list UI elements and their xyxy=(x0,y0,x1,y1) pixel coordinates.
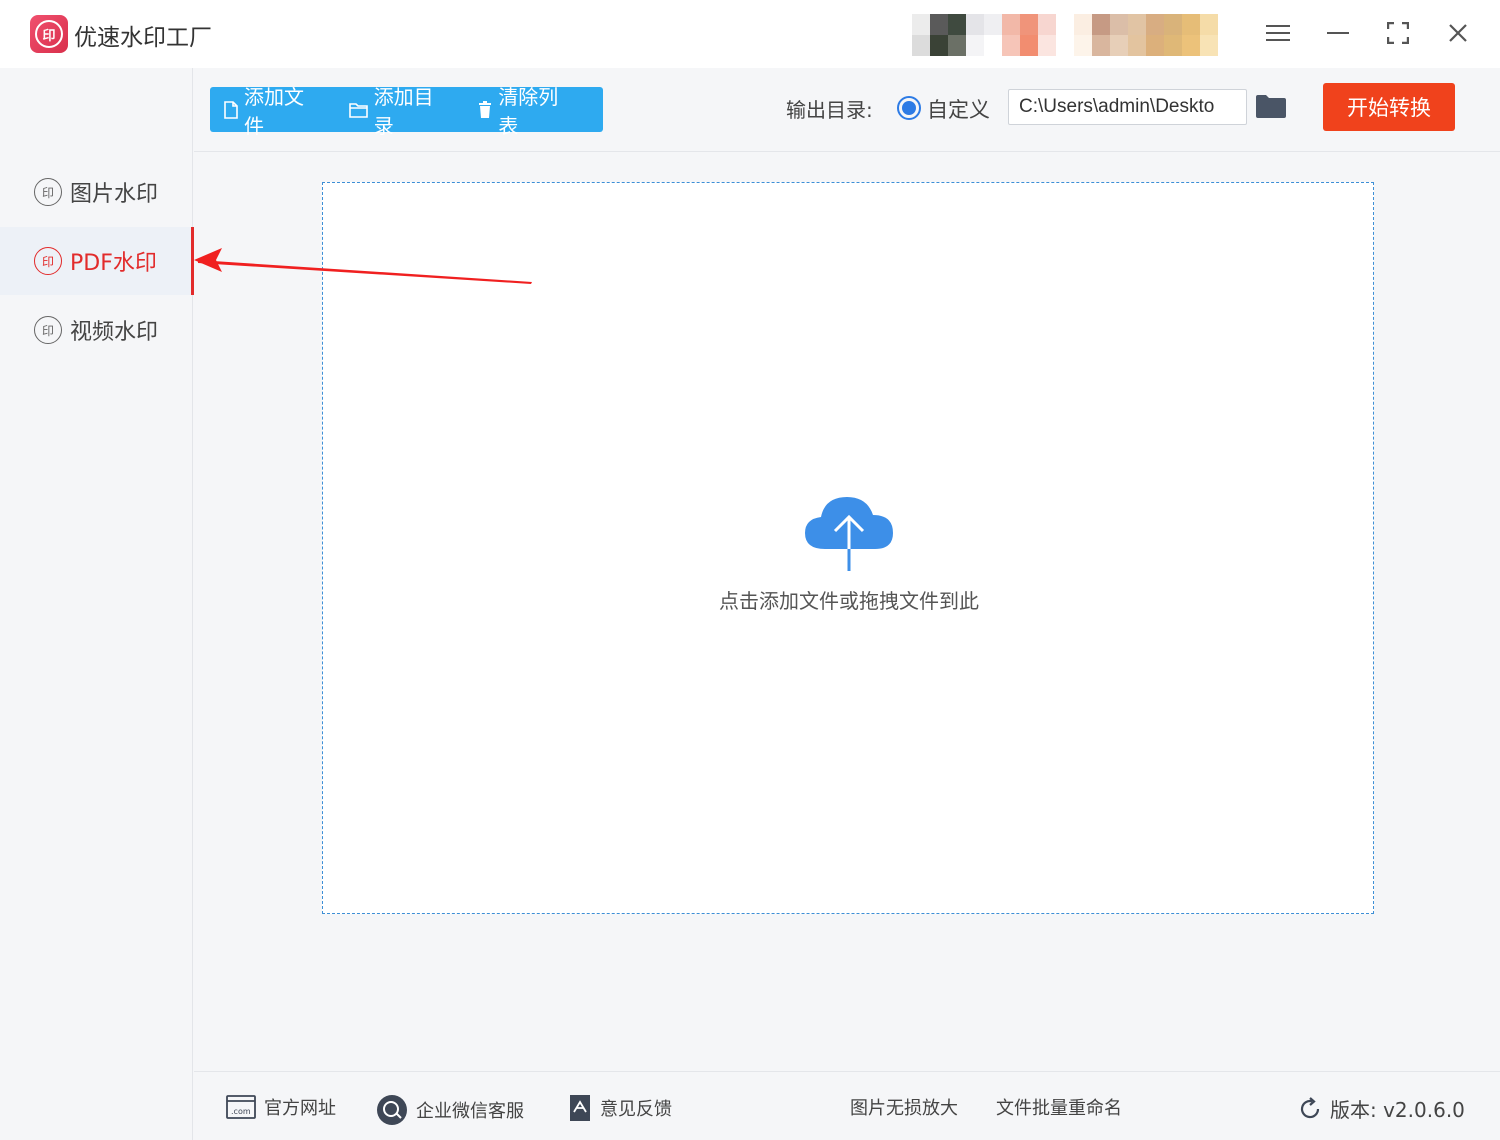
file-button-group: 添加文件 添加目录 清除列表 xyxy=(210,85,603,138)
maximize-button[interactable] xyxy=(1378,16,1418,50)
logo-seal-icon: 印 xyxy=(35,20,63,48)
add-directory-button[interactable]: 添加目录 xyxy=(348,81,453,139)
feedback-icon xyxy=(568,1094,592,1122)
batch-rename-link[interactable]: 文件批量重命名 xyxy=(996,1094,1122,1120)
file-icon xyxy=(224,100,238,119)
output-path-input[interactable]: C:\Users\admin\Deskto xyxy=(1008,89,1247,125)
clear-list-label: 清除列表 xyxy=(498,84,559,138)
svg-text:.com: .com xyxy=(231,1107,251,1116)
wechat-support-link[interactable]: 企业微信客服 xyxy=(376,1094,524,1126)
refresh-icon xyxy=(1298,1096,1322,1121)
official-website-link[interactable]: .com 官方网址 xyxy=(226,1094,336,1120)
close-icon xyxy=(1449,24,1467,42)
custom-output-label[interactable]: 自定义 xyxy=(927,94,990,124)
image-upscale-link[interactable]: 图片无损放大 xyxy=(850,1094,958,1120)
custom-output-radio[interactable] xyxy=(897,96,921,120)
file-drop-zone[interactable]: 点击添加文件或拖拽文件到此 xyxy=(322,182,1374,914)
wechat-icon xyxy=(376,1094,408,1126)
folder-icon xyxy=(1256,95,1286,118)
trash-icon xyxy=(478,101,492,118)
feedback-link[interactable]: 意见反馈 xyxy=(568,1094,672,1122)
version-info[interactable]: 版本: v2.0.6.0 xyxy=(1298,1094,1465,1123)
toolbar: 添加文件 添加目录 清除列表 输出目录: 自定义 C:\Users\admin\… xyxy=(194,68,1500,152)
version-label: 版本: v2.0.6.0 xyxy=(1330,1098,1465,1122)
blurred-username xyxy=(1074,14,1218,56)
sidebar-item-label: 视频水印 xyxy=(70,320,159,345)
start-conversion-button[interactable]: 开始转换 xyxy=(1323,83,1455,131)
cloud-upload-icon xyxy=(803,493,895,577)
sidebar: 印 图片水印 印 PDF水印 印 视频水印 xyxy=(0,68,194,1140)
maximize-icon xyxy=(1387,22,1409,44)
feedback-label: 意见反馈 xyxy=(600,1099,672,1120)
hamburger-menu-button[interactable] xyxy=(1258,16,1298,50)
sidebar-item-label: PDF水印 xyxy=(70,251,157,276)
minimize-icon xyxy=(1327,32,1349,34)
annotation-arrow xyxy=(194,248,532,284)
blurred-avatar xyxy=(912,14,1056,56)
sidebar-item-image-watermark[interactable]: 印 图片水印 xyxy=(0,158,193,226)
add-file-button[interactable]: 添加文件 xyxy=(224,81,323,139)
seal-icon: 印 xyxy=(34,247,62,275)
output-directory-label: 输出目录: xyxy=(786,98,873,122)
app-title: 优速水印工厂 xyxy=(74,25,212,51)
sidebar-item-label: 图片水印 xyxy=(70,182,159,207)
sidebar-item-video-watermark[interactable]: 印 视频水印 xyxy=(0,296,193,364)
sidebar-item-pdf-watermark[interactable]: 印 PDF水印 xyxy=(0,227,194,295)
clear-list-button[interactable]: 清除列表 xyxy=(478,81,577,139)
official-website-label: 官方网址 xyxy=(264,1098,336,1119)
wechat-support-label: 企业微信客服 xyxy=(416,1101,524,1122)
close-button[interactable] xyxy=(1438,16,1478,50)
add-directory-label: 添加目录 xyxy=(373,84,434,138)
app-logo: 印 xyxy=(30,15,68,53)
add-file-label: 添加文件 xyxy=(244,84,304,138)
minimize-button[interactable] xyxy=(1318,16,1358,50)
radio-selected-dot xyxy=(902,101,916,115)
folder-outline-icon xyxy=(348,102,368,118)
website-icon: .com xyxy=(226,1095,256,1119)
title-bar: 印 优速水印工厂 xyxy=(0,0,1500,68)
hamburger-icon xyxy=(1266,25,1290,41)
seal-icon: 印 xyxy=(34,316,62,344)
footer-bar: .com 官方网址 企业微信客服 意见反馈 图片无损放大 文件批量重命名 版本:… xyxy=(194,1071,1500,1140)
blurred-account-info xyxy=(912,14,1218,56)
browse-folder-button[interactable] xyxy=(1256,94,1286,122)
drop-hint-text: 点击添加文件或拖拽文件到此 xyxy=(719,589,979,613)
seal-icon: 印 xyxy=(34,178,62,206)
